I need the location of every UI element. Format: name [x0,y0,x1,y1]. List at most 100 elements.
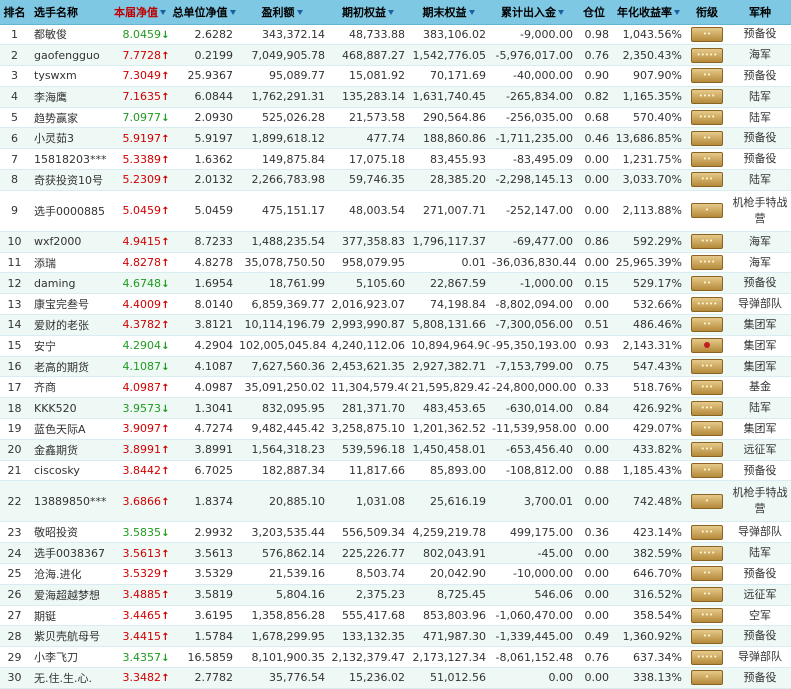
table-row[interactable]: 2 gaofengguo 7.7728↑ 0.2199 7,049,905.78 468,… [0,44,791,67]
table-row[interactable]: 24 选手0038367 3.5613↑ 3.5613 576,862.14 225,22… [0,542,791,565]
player-name-link[interactable]: 小李飞刀 [29,646,108,669]
header-nav[interactable]: 本届净值 [108,0,172,25]
player-name-link[interactable]: 爱海超越梦想 [29,584,108,606]
table-row[interactable]: 28 紫贝壳航母号 3.4415↑ 1.5784 1,678,299.95 133,132… [0,625,791,648]
player-name-link[interactable]: 沧海.进化 [29,563,108,585]
start-equity-cell: 11,304,579.40 [328,376,408,399]
rank-badge-icon: •• [691,130,723,146]
table-row[interactable]: 13 康宝完叁号 4.4009↑ 8.0140 6,859,369.77 2,016,92… [0,293,791,316]
player-name-link[interactable]: 李海鹰 [29,86,108,108]
corps-cell: 集团军 [729,418,791,440]
end-equity-cell: 10,894,964.90 [408,335,489,357]
table-row[interactable]: 20 金鑫期货 3.8991↑ 3.8991 1,564,318.23 539,596.1… [0,439,791,461]
nav-cell: 4.3782↑ [108,314,172,336]
table-row[interactable]: 19 蓝色天际A 3.9097↑ 4.7274 9,482,445.42 3,258,87… [0,418,791,440]
start-equity-cell: 477.74 [328,127,408,150]
corps-cell: 预备役 [729,667,791,689]
player-name-link[interactable]: 15818203*** [29,148,108,171]
header-end-equity[interactable]: 期末权益 [408,0,489,25]
player-name-link[interactable]: 紫贝壳航母号 [29,625,108,648]
player-name-link[interactable]: tyswxm [29,65,108,87]
player-name-link[interactable]: 金鑫期货 [29,439,108,461]
rank-badge-icon: ••• [691,524,723,540]
annual-return-cell: 907.90% [612,65,685,87]
header-position[interactable]: 仓位 [576,0,612,25]
player-name-link[interactable]: 都敏俊 [29,24,108,46]
player-name-link[interactable]: 敬昭投资 [29,521,108,544]
annual-return-cell: 1,231.75% [612,148,685,171]
table-row[interactable]: 12 daming 4.6748↓ 1.6954 18,761.99 5,105.60 22… [0,272,791,295]
player-name-link[interactable]: 康宝完叁号 [29,293,108,316]
grade-cell: •••• [685,86,729,108]
player-name-link[interactable]: 蓝色天际A [29,418,108,440]
player-name-link[interactable]: wxf2000 [29,231,108,253]
corps-cell: 集团军 [729,335,791,357]
player-name-link[interactable]: 期铤 [29,605,108,627]
total-nav-cell: 6.0844 [172,86,236,108]
nav-cell: 3.9573↓ [108,397,172,420]
player-name-link[interactable]: 齐商 [29,376,108,399]
nav-cell: 5.2309↑ [108,169,172,191]
table-row[interactable]: 18 KKK520 3.9573↓ 1.3041 832,095.95 281,371.7… [0,397,791,420]
table-row[interactable]: 8 奇获投资10号 5.2309↑ 2.0132 2,266,783.98 59,746.… [0,169,791,191]
table-row[interactable]: 25 沧海.进化 3.5329↑ 3.5329 21,539.16 8,503.74 20,… [0,563,791,585]
table-row[interactable]: 15 安宁 4.2904↓ 4.2904 102,005,045.84 4,240,112… [0,335,791,357]
table-row[interactable]: 26 爱海超越梦想 3.4885↑ 3.5819 5,804.16 2,375.23 8,7… [0,584,791,606]
player-name-link[interactable]: 安宁 [29,335,108,357]
end-equity-cell: 290,564.86 [408,107,489,129]
player-name-link[interactable]: 爱财的老张 [29,314,108,336]
table-row[interactable]: 1 都敏俊 8.0459↓ 2.6282 343,372.14 48,733.88 383,… [0,24,791,46]
table-row[interactable]: 5 趋势赢家 7.0977↓ 2.0930 525,026.28 21,573.58 290… [0,107,791,129]
cum-flow-cell: -5,976,017.00 [489,44,576,67]
nav-value: 3.5329 [122,567,162,581]
player-name-link[interactable]: KKK520 [29,397,108,420]
header-name[interactable]: 选手名称 [29,0,108,25]
end-equity-cell: 2,173,127.34 [408,646,489,669]
start-equity-cell: 2,375.23 [328,584,408,606]
player-name-link[interactable]: 选手0000885 [29,190,108,232]
player-name-link[interactable]: 13889850*** [29,480,108,523]
player-name-link[interactable]: ciscosky [29,460,108,482]
table-row[interactable]: 14 爱财的老张 4.3782↑ 3.8121 10,114,196.79 2,993,9… [0,314,791,336]
table-row[interactable]: 3 tyswxm 7.3049↑ 25.9367 95,089.77 15,081.92 7… [0,65,791,87]
position-cell: 0.00 [576,584,612,606]
player-name-link[interactable]: 老高的期货 [29,356,108,378]
arrow-up-icon: ↑ [161,71,170,83]
table-row[interactable]: 4 李海鹰 7.1635↑ 6.0844 1,762,291.31 135,283.14 1… [0,86,791,108]
table-row[interactable]: 27 期铤 3.4465↑ 3.6195 1,358,856.28 555,417.68 8… [0,605,791,627]
rank-badge-icon: ••• [691,400,723,416]
table-row[interactable]: 10 wxf2000 4.9415↑ 8.7233 1,488,235.54 377,35… [0,231,791,253]
table-row[interactable]: 22 13889850*** 3.6866↑ 1.8374 20,885.10 1,031… [0,480,791,523]
player-name-link[interactable]: daming [29,272,108,295]
header-start-equity[interactable]: 期初权益 [328,0,408,25]
player-name-link[interactable]: 小灵茹3 [29,127,108,150]
player-name-link[interactable]: gaofengguo [29,44,108,67]
table-row[interactable]: 6 小灵茹3 5.9197↑ 5.9197 1,899,618.12 477.74 188,… [0,127,791,150]
corps-cell: 导弹部队 [729,646,791,669]
player-name-link[interactable]: 添瑞 [29,252,108,274]
rank-cell: 9 [0,190,29,232]
table-row[interactable]: 11 添瑞 4.8278↑ 4.8278 35,078,750.50 958,079.95… [0,252,791,274]
end-equity-cell: 2,927,382.71 [408,356,489,378]
table-row[interactable]: 30 无.住.生.心. 3.3482↑ 2.7782 35,776.54 15,236.0… [0,667,791,689]
rank-badge-icon: ••• [691,442,723,458]
header-profit[interactable]: 盈利额 [236,0,328,25]
sort-desc-icon [296,10,303,16]
table-row[interactable]: 23 敬昭投资 3.5835↓ 2.9932 3,203,535.44 556,509.3… [0,521,791,544]
sort-desc-icon [468,10,475,16]
header-total-nav[interactable]: 总单位净值 [172,0,236,25]
player-name-link[interactable]: 趋势赢家 [29,107,108,129]
player-name-link[interactable]: 奇获投资10号 [29,169,108,191]
table-row[interactable]: 7 15818203*** 5.3389↑ 1.6362 149,875.84 17,07… [0,148,791,171]
header-annual[interactable]: 年化收益率 [612,0,685,25]
table-row[interactable]: 21 ciscosky 3.8442↑ 6.7025 182,887.34 11,817.… [0,460,791,482]
player-name-link[interactable]: 选手0038367 [29,542,108,565]
table-row[interactable]: 29 小李飞刀 3.4357↓ 16.5859 8,101,900.35 2,132,37… [0,646,791,669]
header-cum-flow[interactable]: 累计出入金 [489,0,576,25]
end-equity-cell: 383,106.02 [408,24,489,46]
player-name-link[interactable]: 无.住.生.心. [29,667,108,689]
table-row[interactable]: 16 老高的期货 4.1087↓ 4.1087 7,627,560.36 2,453,62… [0,356,791,378]
table-row[interactable]: 9 选手0000885 5.0459↑ 5.0459 475,151.17 48,003.… [0,190,791,232]
header-rank[interactable]: 排名 [0,0,29,25]
table-row[interactable]: 17 齐商 4.0987↑ 4.0987 35,091,250.02 11,304,579… [0,376,791,399]
